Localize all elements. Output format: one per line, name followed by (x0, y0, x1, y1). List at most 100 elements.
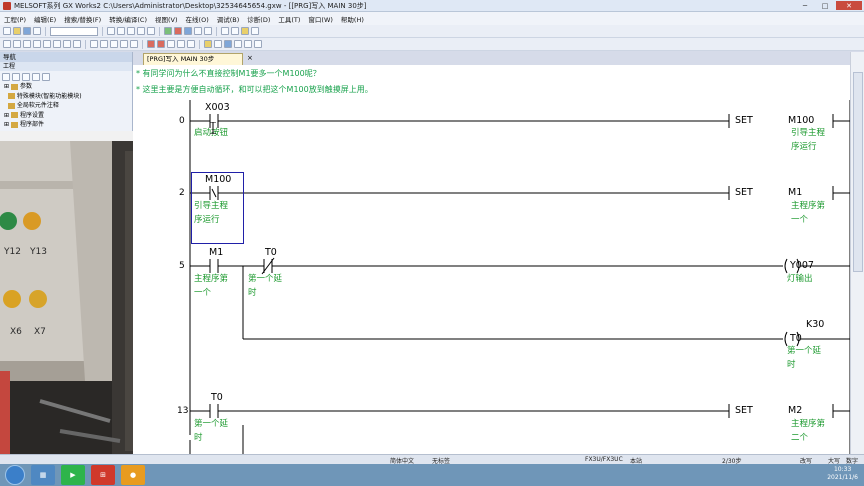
compile-icon[interactable] (147, 40, 155, 48)
cut-icon[interactable] (107, 27, 115, 35)
cross-ref-icon[interactable] (231, 27, 239, 35)
maximize-button[interactable]: □ (816, 1, 834, 10)
parallel-nc-icon[interactable] (33, 40, 41, 48)
device-comment-line2: 序运行 (791, 142, 817, 152)
folder-icon (11, 112, 19, 119)
statement-icon[interactable] (177, 40, 185, 48)
comment-icon[interactable] (167, 40, 175, 48)
nav-tool-icon[interactable] (22, 72, 30, 81)
zoom-icon[interactable] (251, 27, 259, 35)
rising-icon[interactable] (90, 40, 98, 48)
menu-help[interactable]: 帮助(H) (341, 14, 364, 24)
scroll-thumb[interactable] (853, 72, 863, 272)
instruction-name[interactable]: SET (735, 187, 753, 198)
search-icon[interactable] (241, 27, 249, 35)
nav-item-parameter[interactable]: ⊞ 参数 (4, 82, 132, 92)
contact-address[interactable]: X003 (205, 102, 230, 113)
folder-icon (11, 121, 19, 128)
ladder-editor[interactable]: * 有同学问为什么不直接控制M1要多一个M100呢？ * 这里主要是方便自动循环… (133, 65, 850, 454)
zoom-out-icon[interactable] (244, 40, 252, 48)
instruction-device[interactable]: M100 (788, 115, 814, 126)
inverse-icon[interactable] (110, 40, 118, 48)
title-bar: MELSOFT系列 GX Works2 C:\Users\Administrat… (0, 0, 864, 12)
read-mode-icon[interactable] (204, 40, 212, 48)
verify-icon[interactable] (194, 27, 202, 35)
print-icon[interactable] (33, 27, 41, 35)
minimize-button[interactable]: ─ (796, 1, 814, 10)
instruction-icon[interactable] (53, 40, 61, 48)
menu-convert[interactable]: 转换/编译(C) (109, 14, 147, 24)
redo-icon[interactable] (147, 27, 155, 35)
system-clock[interactable]: 10:33 2021/11/6 (827, 466, 858, 482)
instruction-device[interactable]: M2 (788, 405, 802, 416)
tab-main[interactable]: [PRG]写入 MAIN 30步 (143, 53, 243, 65)
instruction-name[interactable]: SET (735, 115, 753, 126)
nc-contact-icon[interactable] (13, 40, 21, 48)
device-list-icon[interactable] (221, 27, 229, 35)
contact-comment-line1: 第一个延 (248, 274, 283, 284)
tab-close-icon[interactable]: × (247, 54, 253, 62)
mef-icon[interactable] (130, 40, 138, 48)
instruction-name[interactable]: SET (735, 405, 753, 416)
nav-item-global-comment[interactable]: 全局软元件注释 (4, 101, 132, 111)
mep-icon[interactable] (120, 40, 128, 48)
write-mode-icon[interactable] (214, 40, 222, 48)
contact-address[interactable]: M100 (205, 174, 231, 185)
no-contact-icon[interactable] (3, 40, 11, 48)
undo-icon[interactable] (137, 27, 145, 35)
start-button[interactable] (5, 465, 25, 485)
folder-icon (11, 83, 19, 90)
monitor-mode-icon[interactable] (224, 40, 232, 48)
menu-project[interactable]: 工程(P) (4, 14, 26, 24)
taskbar-explorer-icon[interactable]: ▦ (31, 465, 55, 485)
watch-icon[interactable] (234, 40, 242, 48)
note-icon[interactable] (187, 40, 195, 48)
falling-icon[interactable] (100, 40, 108, 48)
menu-diagnostics[interactable]: 诊断(D) (247, 14, 270, 24)
timer-coil[interactable]: T0 (790, 333, 802, 344)
taskbar-video-icon[interactable]: ▶ (61, 465, 85, 485)
copy-icon[interactable] (117, 27, 125, 35)
vline-icon[interactable] (73, 40, 81, 48)
vertical-scrollbar[interactable] (850, 52, 864, 454)
nav-tool-icon[interactable] (42, 72, 50, 81)
menu-online[interactable]: 在线(O) (186, 14, 209, 24)
new-icon[interactable] (3, 27, 11, 35)
taskbar-gxworks-icon[interactable]: ⊞ (91, 465, 115, 485)
instruction-device[interactable]: M1 (788, 187, 802, 198)
zoom-in-icon[interactable] (254, 40, 262, 48)
save-icon[interactable] (23, 27, 31, 35)
taskbar-media-icon[interactable]: ● (121, 465, 145, 485)
program-combo[interactable] (50, 26, 98, 36)
nav-tool-icon[interactable] (12, 72, 20, 81)
menu-window[interactable]: 窗口(W) (308, 14, 333, 24)
hline-icon[interactable] (63, 40, 71, 48)
contact-address[interactable]: T0 (265, 247, 277, 258)
menu-find-replace[interactable]: 搜索/替换(F) (64, 14, 101, 24)
remote-icon[interactable] (204, 27, 212, 35)
timer-constant[interactable]: K30 (806, 319, 824, 330)
video-label-x7: X7 (34, 327, 46, 337)
read-plc-icon[interactable] (174, 27, 182, 35)
paste-icon[interactable] (127, 27, 135, 35)
monitor-icon[interactable] (184, 27, 192, 35)
contact-address[interactable]: M1 (209, 247, 223, 258)
menu-edit[interactable]: 编辑(E) (34, 14, 56, 24)
coil-icon[interactable] (43, 40, 51, 48)
navigation-panel: 导航 工程 ⊞ 参数 特殊模块(智能功能模块) 全局软元件注释 ⊞ 程序设置 ⊞ 程序… (0, 52, 133, 132)
write-plc-icon[interactable] (164, 27, 172, 35)
nav-item-program-setting[interactable]: ⊞ 程序设置 (4, 111, 132, 121)
compile-all-icon[interactable] (157, 40, 165, 48)
nav-tool-icon[interactable] (32, 72, 40, 81)
nav-item-program-parts[interactable]: ⊞ 程序部件 (4, 120, 132, 130)
open-icon[interactable] (13, 27, 21, 35)
nav-tool-icon[interactable] (2, 72, 10, 81)
menu-view[interactable]: 视图(V) (155, 14, 178, 24)
nav-item-special-module[interactable]: 特殊模块(智能功能模块) (4, 92, 132, 102)
menu-tool[interactable]: 工具(T) (278, 14, 300, 24)
menu-debug[interactable]: 调试(B) (217, 14, 240, 24)
contact-address[interactable]: T0 (211, 392, 223, 403)
coil-device[interactable]: Y007 (790, 260, 814, 271)
parallel-no-icon[interactable] (23, 40, 31, 48)
close-button[interactable]: ✕ (836, 1, 862, 10)
